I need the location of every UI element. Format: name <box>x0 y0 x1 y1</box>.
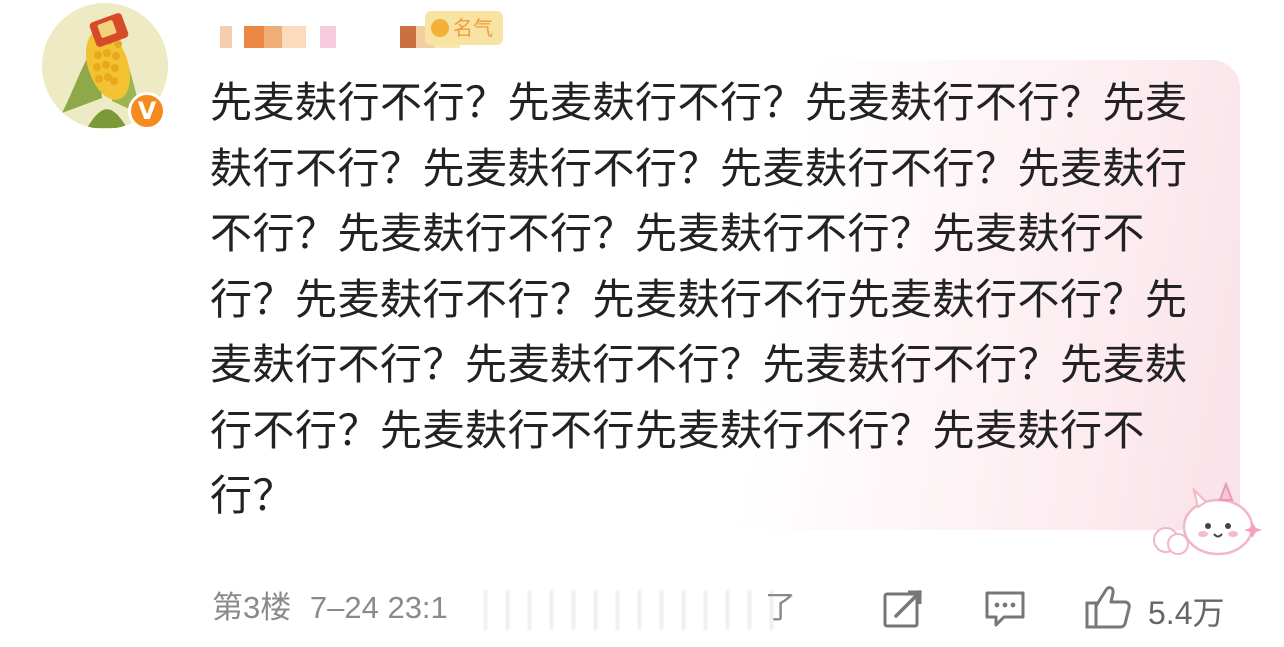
bunny-sticker-icon <box>1153 482 1262 556</box>
comment-text: 先麦麸行不行？先麦麸行不行？先麦麸行不行？先麦麸行不行？先麦麸行不行？先麦麸行不… <box>210 78 1188 520</box>
comment-meta: 第3楼 7–24 23:1 <box>212 582 448 627</box>
share-icon[interactable] <box>882 589 924 629</box>
like-count: 5.4万 <box>1148 595 1225 631</box>
timestamp: 7–24 23:1 <box>309 590 448 625</box>
location-suffix: 了 <box>765 590 796 625</box>
verified-badge-icon: V <box>128 92 166 130</box>
obscured-location <box>484 590 789 630</box>
thumbs-up-icon[interactable] <box>1084 584 1132 630</box>
user-tag-label: 名气 <box>453 16 493 40</box>
floor-number: 第3楼 <box>212 590 292 625</box>
comment-icon[interactable] <box>984 589 1026 629</box>
medal-icon <box>431 19 449 37</box>
user-tag[interactable]: 名气 <box>425 11 503 45</box>
